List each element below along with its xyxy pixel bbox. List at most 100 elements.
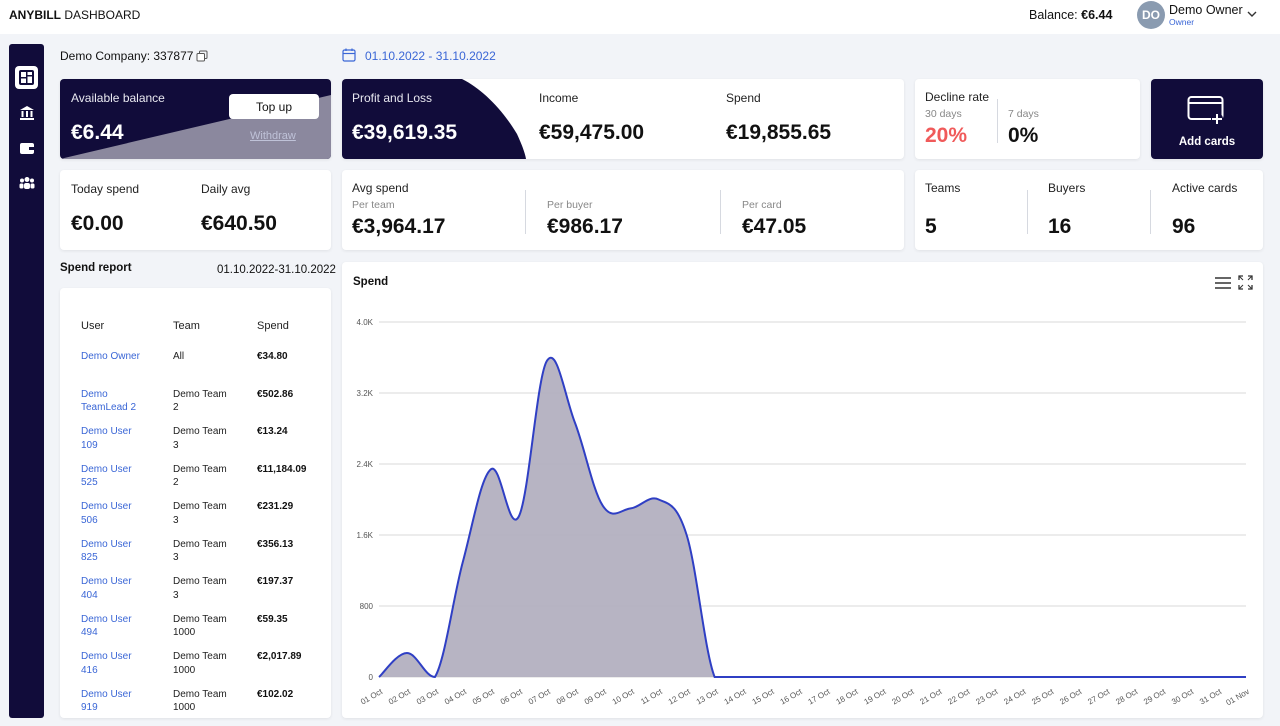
user-link-text[interactable]: Demo User	[81, 613, 132, 627]
divider	[720, 190, 721, 234]
decline-30-days-label: 30 days	[925, 108, 962, 120]
table-row-user[interactable]: Demo User 825	[81, 538, 132, 565]
table-row-team: Demo Team 3	[173, 575, 227, 602]
table-row-team: Demo Team 3	[173, 425, 227, 452]
x-tick-label: 06 Oct	[499, 687, 525, 707]
column-header-user[interactable]: User	[81, 320, 104, 332]
y-tick-label: 4.0K	[357, 318, 374, 327]
sidebar-item-wallet[interactable]	[15, 136, 38, 159]
decline-rate-label: Decline rate	[925, 90, 990, 104]
user-link-text[interactable]: Demo User	[81, 688, 132, 702]
chevron-down-icon[interactable]	[1246, 8, 1258, 20]
sidebar	[9, 44, 44, 718]
table-row-user[interactable]: Demo TeamLead 2	[81, 388, 136, 415]
withdraw-link[interactable]: Withdraw	[250, 130, 296, 142]
table-row-user[interactable]: Demo User 416	[81, 650, 132, 677]
user-link-text[interactable]: 404	[81, 589, 132, 603]
avatar[interactable]: DO	[1137, 1, 1165, 29]
calendar-icon[interactable]	[342, 48, 356, 62]
x-tick-label: 11 Oct	[639, 687, 664, 707]
user-link-text[interactable]: Demo	[81, 388, 136, 402]
daily-avg-value: €640.50	[201, 212, 277, 235]
user-link-text[interactable]: 109	[81, 439, 132, 453]
user-link-text[interactable]: 919	[81, 701, 132, 715]
table-row-user[interactable]: Demo User 109	[81, 425, 132, 452]
y-tick-label: 3.2K	[357, 389, 374, 398]
today-spend-card: Today spend €0.00 Daily avg €640.50	[60, 170, 331, 250]
user-name[interactable]: Demo Owner	[1169, 3, 1243, 17]
team-text: Demo Team	[173, 688, 227, 700]
column-header-team[interactable]: Team	[173, 320, 200, 332]
user-link-text[interactable]: 525	[81, 476, 132, 490]
user-link-text[interactable]: Demo User	[81, 650, 132, 664]
column-header-spend[interactable]: Spend	[257, 320, 289, 332]
user-link-text[interactable]: 416	[81, 664, 132, 678]
user-link-text[interactable]: Demo User	[81, 575, 132, 589]
user-link-text[interactable]: 506	[81, 514, 132, 528]
x-tick-label: 27 Oct	[1086, 687, 1112, 707]
team-text: 3	[173, 552, 179, 563]
decline-7-days-value: 0%	[1008, 124, 1039, 147]
table-row-team: All	[173, 350, 184, 364]
table-row-spend: €59.35	[257, 613, 288, 625]
x-tick-label: 19 Oct	[863, 687, 889, 707]
profit-loss-value: €39,619.35	[352, 121, 458, 144]
table-row-user[interactable]: Demo Owner	[81, 350, 140, 364]
per-buyer-label: Per buyer	[547, 199, 593, 211]
table-row-user[interactable]: Demo User 494	[81, 613, 132, 640]
x-tick-label: 24 Oct	[1002, 687, 1028, 707]
user-link-text[interactable]: Demo User	[81, 463, 132, 477]
x-tick-label: 15 Oct	[751, 687, 777, 707]
copy-icon[interactable]	[196, 50, 208, 62]
income-value: €59,475.00	[539, 121, 645, 144]
available-balance-value: €6.44	[71, 121, 124, 144]
brand-logo[interactable]: ANYBILL DASHBOARD	[9, 8, 140, 22]
sidebar-item-dashboard[interactable]	[15, 66, 38, 89]
table-row-spend: €197.37	[257, 576, 294, 587]
active-cards-value: 96	[1172, 215, 1196, 238]
table-row-user[interactable]: Demo User 404	[81, 575, 132, 602]
team-text: 2	[173, 402, 179, 413]
team-text: 3	[173, 514, 179, 526]
sidebar-item-bank[interactable]	[15, 101, 38, 124]
table-row-user[interactable]: Demo User 506	[81, 500, 132, 527]
bank-icon	[19, 105, 34, 120]
add-cards-button[interactable]: Add cards	[1151, 79, 1263, 159]
avg-spend-label: Avg spend	[352, 181, 409, 195]
series-area	[379, 357, 1246, 677]
user-link-text[interactable]: Demo Owner	[81, 350, 140, 364]
user-link-text[interactable]: 494	[81, 626, 132, 640]
top-up-button[interactable]: Top up	[229, 94, 319, 119]
user-link-text[interactable]: 825	[81, 551, 132, 565]
user-link-text[interactable]: TeamLead 2	[81, 401, 136, 415]
team-text: 1000	[173, 627, 196, 638]
table-row-team: Demo Team 1000	[173, 613, 227, 640]
wallet-icon	[19, 142, 34, 154]
team-text: Demo Team	[173, 576, 227, 587]
user-link-text[interactable]: Demo User	[81, 425, 132, 439]
team-text: Demo Team	[173, 651, 227, 662]
today-spend-value: €0.00	[71, 212, 124, 235]
users-icon	[19, 176, 34, 189]
x-tick-label: 17 Oct	[807, 687, 833, 707]
spend-area-chart: 0 800 1.6K 2.4K 3.2K 4.0K 01 Oct 02 Oct 03 Oct 04…	[357, 318, 1251, 707]
per-card-label: Per card	[742, 199, 782, 211]
x-tick-label: 10 Oct	[611, 687, 637, 707]
team-text: Demo Team	[173, 388, 227, 400]
sidebar-item-users[interactable]	[15, 171, 38, 194]
user-link-text[interactable]: Demo User	[81, 538, 132, 552]
table-row-user[interactable]: Demo User 919	[81, 688, 132, 715]
table-row-spend: €102.02	[257, 688, 294, 700]
spend-report-dates: 01.10.2022-31.10.2022	[217, 264, 336, 276]
user-link-text[interactable]: Demo User	[81, 500, 132, 514]
decline-rate-card: Decline rate 30 days 20% 7 days 0%	[915, 79, 1140, 159]
table-row-spend: €34.80	[257, 351, 288, 362]
avg-spend-card: Avg spend Per team €3,964.17 Per buyer €…	[342, 170, 904, 250]
table-row-user[interactable]: Demo User 525	[81, 463, 132, 490]
date-range-picker[interactable]: 01.10.2022 - 31.10.2022	[365, 49, 496, 63]
decline-30-days-value: 20%	[925, 124, 968, 147]
available-balance-label: Available balance	[71, 91, 165, 105]
team-text: Demo Team	[173, 463, 227, 475]
table-row-team: Demo Team 1000	[173, 688, 227, 715]
team-text: Demo Team	[173, 538, 227, 550]
